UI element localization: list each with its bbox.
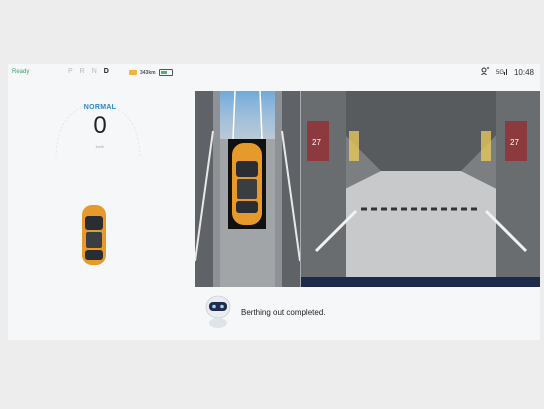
infotainment-screen: Ready P R N D 343km 5G 10:48 NORMAL 0 km… — [8, 64, 540, 340]
gear-r: R — [79, 68, 85, 75]
drive-mode: NORMAL — [83, 104, 117, 111]
camera-view: 27 27 — [195, 91, 540, 287]
pillar-number-right: 27 — [510, 138, 519, 147]
battery-icon — [158, 69, 173, 76]
vehicle-top-view — [82, 205, 106, 265]
gear-p: P — [68, 68, 73, 75]
pillar-number-left: 27 — [312, 138, 321, 147]
speed-value: 0 — [93, 112, 107, 139]
status-bar: Ready P R N D 343km 5G 10:48 — [8, 64, 540, 82]
range-indicator: 343km — [129, 69, 173, 76]
fuel-icon — [129, 70, 137, 75]
ready-indicator: Ready — [12, 69, 30, 75]
assistant-robot-icon — [205, 295, 231, 328]
signal-icon: 5G — [496, 67, 508, 77]
rear-camera-view: 27 27 — [301, 91, 540, 287]
svg-text:5G: 5G — [496, 70, 504, 75]
gear-d: D — [103, 68, 109, 75]
gear-selector: P R N D — [68, 68, 109, 75]
birds-eye-view — [195, 91, 300, 287]
clock: 10:48 — [513, 67, 534, 77]
gear-n: N — [91, 68, 97, 75]
driving-info-panel: NORMAL 0 km/h — [8, 82, 188, 340]
user-profile-icon[interactable] — [481, 67, 490, 77]
status-message: Berthing out completed. — [241, 308, 326, 317]
system-status: 5G 10:48 — [481, 67, 534, 77]
speed-unit: km/h — [95, 144, 105, 149]
parking-message-row: Berthing out completed. — [203, 290, 533, 334]
range-value: 343km — [140, 69, 156, 76]
